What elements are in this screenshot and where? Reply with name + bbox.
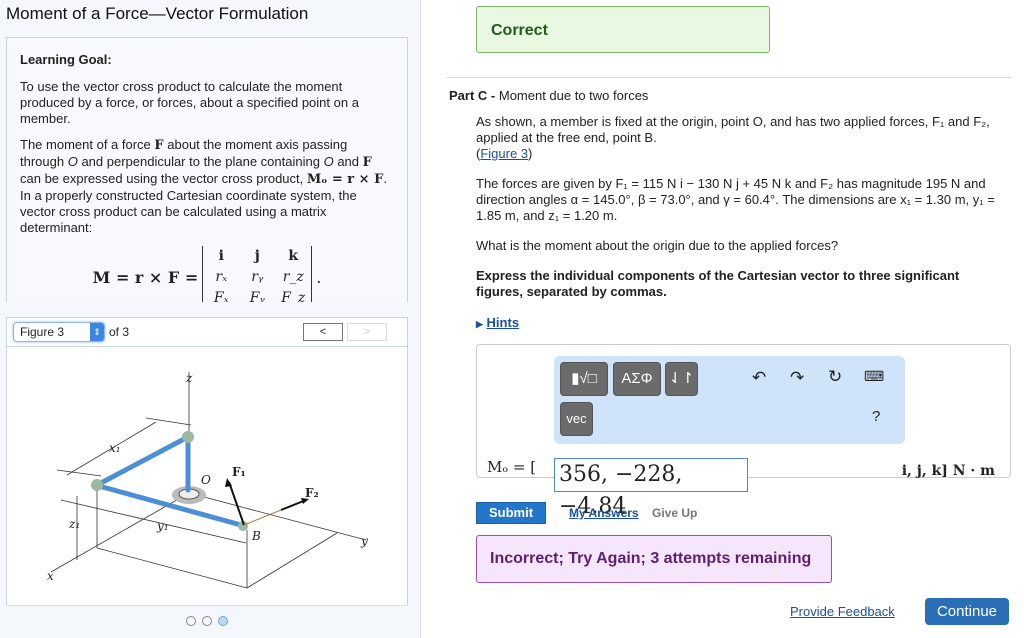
part-heading: Part C - Moment due to two forces — [449, 88, 649, 103]
question-given: The forces are given by F₁ = 115 N i − 1… — [476, 176, 995, 223]
my-answers-link[interactable]: My Answers — [569, 506, 639, 520]
figure-pager — [6, 605, 408, 638]
page-dot-1[interactable] — [186, 616, 196, 626]
submit-button[interactable]: Submit — [476, 502, 546, 524]
matrix-cell: k — [288, 248, 299, 264]
divider — [446, 77, 1012, 78]
matrix-cell: r_z — [282, 269, 304, 285]
learning-goal-text: To use the vector cross product to calcu… — [20, 79, 359, 126]
y1-label: y₁ — [156, 519, 169, 533]
f1-label: F₁ — [232, 465, 246, 479]
question-ask: What is the moment about the origin due … — [476, 238, 839, 253]
templates-button[interactable]: ▮√□ — [560, 362, 608, 396]
answer-box: ▮√□ ΑΣΦ ⇃↾ vec ↶ ↷ ↻ ⌨ ? Mₒ = [ 356, −22… — [476, 344, 1011, 519]
help-button[interactable]: ? — [872, 408, 880, 425]
z1-label: z₁ — [68, 517, 80, 531]
answer-units: i, j, k] N · m — [901, 463, 995, 479]
triangle-right-icon: ▶ — [476, 319, 483, 329]
page-dot-3[interactable] — [218, 616, 228, 626]
give-up-link[interactable]: Give Up — [652, 506, 697, 520]
next-figure-button[interactable]: > — [347, 323, 387, 341]
y-axis-label: y — [360, 534, 368, 548]
question-intro: As shown, a member is fixed at the origi… — [476, 114, 990, 161]
determinant-equation: M = r × F = i j k rₓ rᵧ r_z Fₓ Fᵧ F_z. — [20, 246, 394, 302]
learning-goal-panel: Learning Goal: To use the vector cross p… — [6, 37, 408, 302]
greek-button[interactable]: ΑΣΦ — [613, 362, 661, 396]
math-toolbar: ▮√□ ΑΣΦ ⇃↾ vec ↶ ↷ ↻ ⌨ ? — [554, 356, 905, 444]
page-title: Moment of a Force—Vector Formulation — [6, 4, 309, 23]
x1-label: x₁ — [109, 441, 121, 455]
matrix-cell: i — [218, 248, 224, 264]
question-text: As shown, a member is fixed at the origi… — [476, 114, 1006, 314]
determinant-matrix: i j k rₓ rᵧ r_z Fₓ Fᵧ F_z — [202, 246, 313, 302]
keyboard-icon[interactable]: ⌨ — [864, 368, 884, 385]
matrix-cell: F_z — [281, 290, 306, 302]
provide-feedback-link[interactable]: Provide Feedback — [790, 604, 895, 619]
left-pane: Moment of a Force—Vector Formulation Lea… — [0, 0, 421, 638]
figure-3: z x y x₁ y₁ z₁ O B F₁ F₂ — [6, 347, 408, 605]
page-dot-2[interactable] — [202, 616, 212, 626]
learning-goal-heading: Learning Goal: — [20, 52, 112, 67]
figure-navigation: Figure 3 ⇕ of 3 < > — [6, 317, 408, 347]
matrix-cell: Fᵧ — [249, 290, 265, 302]
matrix-cell: rᵧ — [251, 269, 264, 285]
f2-label: F₂ — [305, 486, 319, 500]
redo-icon[interactable]: ↷ — [790, 368, 804, 388]
incorrect-status-banner: Incorrect; Try Again; 3 attempts remaini… — [476, 535, 832, 583]
undo-icon[interactable]: ↶ — [752, 368, 766, 388]
figure-link[interactable]: Figure 3 — [480, 146, 528, 161]
answer-input[interactable]: 356, −228, −4.84 — [554, 458, 748, 519]
figure-count: of 3 — [109, 325, 130, 339]
z-axis-label: z — [185, 371, 193, 385]
matrix-cell: j — [254, 248, 260, 264]
member-diagram: z x y x₁ y₁ z₁ O B F₁ F₂ — [47, 371, 368, 589]
point-b-label: B — [251, 529, 261, 543]
vec-button[interactable]: vec — [560, 402, 593, 436]
point-o-label: O — [201, 473, 211, 487]
matrix-cell: Fₓ — [213, 290, 229, 302]
reset-icon[interactable]: ↻ — [828, 367, 842, 387]
figure-select[interactable]: Figure 3 ⇕ — [13, 322, 105, 342]
matrix-cell: rₓ — [215, 269, 228, 285]
prev-figure-button[interactable]: < — [303, 323, 343, 341]
answer-label: Mₒ = [ — [487, 458, 537, 476]
correct-status-banner: Correct — [476, 6, 770, 53]
x-axis-label: x — [47, 569, 54, 583]
right-pane: Correct Part C - Moment due to two force… — [422, 0, 1024, 638]
hints-toggle[interactable]: ▶ Hints — [476, 315, 519, 330]
continue-button[interactable]: Continue — [925, 598, 1009, 625]
question-instructions: Express the individual components of the… — [476, 268, 960, 299]
moment-description: The moment of a force F about the moment… — [20, 137, 387, 235]
arrows-button[interactable]: ⇃↾ — [665, 362, 698, 396]
select-arrows-icon: ⇕ — [90, 323, 104, 341]
